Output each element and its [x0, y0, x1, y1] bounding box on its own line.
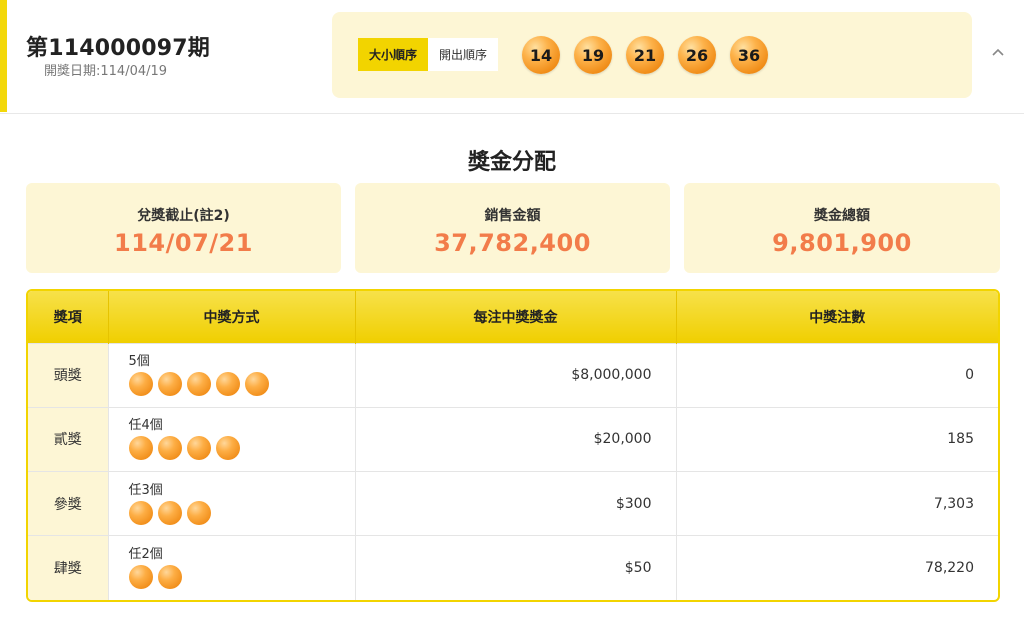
ball-icon [128, 436, 153, 461]
win-method-balls [128, 436, 355, 461]
summary-total-prize: 獎金總額 9,801,900 [684, 183, 1000, 273]
prize-amount: $50 [355, 535, 677, 600]
column-header: 獎項 [28, 291, 109, 343]
winning-ball: 14 [522, 36, 560, 74]
chevron-up-icon[interactable] [990, 44, 1006, 60]
ball-icon [215, 372, 240, 397]
prize-level: 參獎 [28, 470, 109, 536]
prize-level: 頭獎 [28, 342, 109, 408]
win-method: 5個 [108, 342, 356, 408]
winner-count: 185 [676, 406, 998, 472]
ball-icon [128, 500, 153, 525]
order-tabs: 大小順序 開出順序 [358, 38, 498, 71]
tab-size-order[interactable]: 大小順序 [358, 38, 428, 71]
table-row: 參獎 任3個 $300 7,303 [28, 470, 998, 536]
win-method-label: 任4個 [128, 418, 163, 434]
winning-ball: 19 [574, 36, 612, 74]
summary-claim-deadline: 兌獎截止(註2) 114/07/21 [26, 183, 341, 273]
winner-count: 0 [676, 342, 998, 408]
table-row: 貳獎 任4個 $20,000 185 [28, 406, 998, 472]
win-method-balls [128, 372, 355, 397]
summary-label: 兌獎截止(註2) [137, 208, 230, 224]
ball-icon [215, 436, 240, 461]
summary-sales-amount: 銷售金額 37,782,400 [355, 183, 670, 273]
summary-value: 37,782,400 [434, 229, 591, 257]
win-method: 任2個 [108, 535, 356, 600]
section-title: 獎金分配 [467, 150, 556, 175]
win-method-label: 5個 [128, 354, 150, 370]
prize-amount: $8,000,000 [355, 342, 677, 408]
ball-icon [128, 372, 153, 397]
column-header: 中獎注數 [676, 291, 998, 343]
prize-amount: $20,000 [355, 406, 677, 472]
winning-numbers-panel: 大小順序 開出順序 14 19 21 26 36 [332, 12, 972, 98]
prize-table: 獎項 中獎方式 每注中獎獎金 中獎注數 頭獎 5個 $8,000,000 0 貳… [26, 289, 1000, 602]
ball-icon [186, 500, 211, 525]
ball-icon [157, 500, 182, 525]
ball-icon [128, 565, 153, 590]
summary-label: 獎金總額 [814, 208, 870, 224]
winner-count: 78,220 [676, 535, 998, 600]
winning-ball: 21 [626, 36, 664, 74]
win-method: 任4個 [108, 406, 356, 472]
ball-icon [157, 565, 182, 590]
prize-amount: $300 [355, 470, 677, 536]
accent-bar [0, 0, 7, 112]
winning-ball: 26 [678, 36, 716, 74]
ball-icon [157, 372, 182, 397]
winning-balls: 14 19 21 26 36 [522, 36, 768, 74]
win-method-balls [128, 565, 355, 590]
tab-draw-order[interactable]: 開出順序 [428, 38, 498, 71]
ball-icon [244, 372, 269, 397]
win-method-label: 任3個 [128, 482, 163, 498]
draw-title: 第114000097期 [26, 36, 210, 61]
table-header-row: 獎項 中獎方式 每注中獎獎金 中獎注數 [28, 291, 998, 343]
table-row: 肆獎 任2個 $50 78,220 [28, 535, 998, 600]
summary-value: 114/07/21 [114, 229, 253, 257]
summary-value: 9,801,900 [772, 229, 912, 257]
draw-header: 第114000097期 開獎日期:114/04/19 大小順序 開出順序 14 … [0, 0, 1024, 114]
ball-icon [186, 436, 211, 461]
table-row: 頭獎 5個 $8,000,000 0 [28, 342, 998, 408]
winning-ball: 36 [730, 36, 768, 74]
win-method-balls [128, 500, 355, 525]
draw-date: 開獎日期:114/04/19 [44, 64, 168, 79]
win-method: 任3個 [108, 470, 356, 536]
ball-icon [186, 372, 211, 397]
win-method-label: 任2個 [128, 547, 163, 563]
winner-count: 7,303 [676, 470, 998, 536]
prize-level: 貳獎 [28, 406, 109, 472]
column-header: 中獎方式 [108, 291, 356, 343]
prize-level: 肆獎 [28, 535, 109, 600]
summary-label: 銷售金額 [484, 208, 541, 224]
column-header: 每注中獎獎金 [355, 291, 677, 343]
ball-icon [157, 436, 182, 461]
